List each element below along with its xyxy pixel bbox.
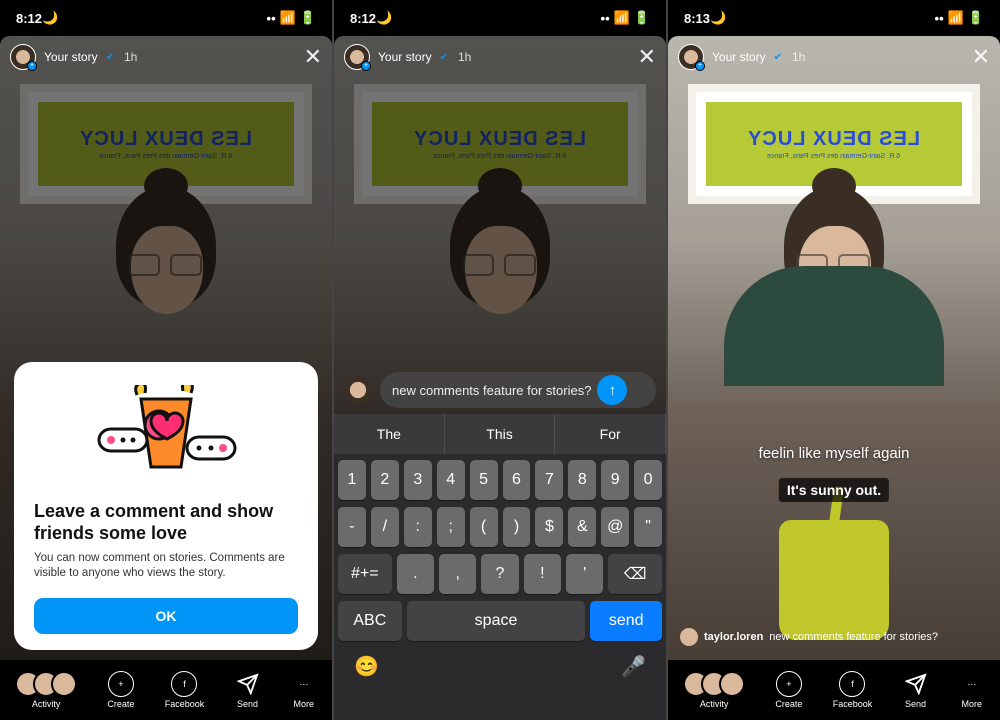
- screen-keyboard: 8:12🌙••📶🔋 LES DEUX LUCY6 R. Saint-Germai…: [334, 0, 666, 720]
- story-title: Your story: [44, 50, 98, 64]
- key-space[interactable]: space: [407, 601, 586, 641]
- key-symbols[interactable]: #+=: [338, 554, 392, 594]
- key[interactable]: 1: [338, 460, 366, 500]
- key[interactable]: $: [535, 507, 563, 547]
- nav-more[interactable]: ⋯More: [291, 671, 317, 709]
- cup-graphic: [779, 520, 889, 640]
- comment-intro-modal: Leave a comment and show friends some lo…: [14, 362, 318, 650]
- modal-heading: Leave a comment and show friends some lo…: [34, 500, 298, 545]
- key[interactable]: /: [371, 507, 399, 547]
- ok-button[interactable]: OK: [34, 598, 298, 634]
- key-abc[interactable]: ABC: [338, 601, 402, 641]
- more-icon: ⋯: [291, 671, 317, 697]
- avatar[interactable]: +: [678, 44, 704, 70]
- comment-input-bar: new comments feature for stories? ↑: [344, 370, 656, 410]
- nav-send[interactable]: Send: [903, 671, 929, 709]
- comment-text: new comments feature for stories?: [769, 631, 938, 643]
- modal-illustration: [34, 380, 298, 490]
- nav-send[interactable]: Send: [235, 671, 261, 709]
- key[interactable]: 0: [634, 460, 662, 500]
- comment-username: taylor.loren: [704, 631, 763, 643]
- key[interactable]: 4: [437, 460, 465, 500]
- plus-icon: +: [108, 671, 134, 697]
- key[interactable]: 6: [503, 460, 531, 500]
- key[interactable]: .: [397, 554, 434, 594]
- key[interactable]: !: [524, 554, 561, 594]
- key[interactable]: ": [634, 507, 662, 547]
- key[interactable]: 5: [470, 460, 498, 500]
- key[interactable]: 7: [535, 460, 563, 500]
- status-time: 8:12: [16, 11, 42, 26]
- key[interactable]: 8: [568, 460, 596, 500]
- avatar[interactable]: +: [10, 44, 36, 70]
- avatar[interactable]: +: [344, 44, 370, 70]
- keyboard-suggestions: The This For: [334, 414, 666, 454]
- key-send[interactable]: send: [590, 601, 662, 641]
- nav-activity[interactable]: Activity: [15, 671, 77, 709]
- key[interactable]: ;: [437, 507, 465, 547]
- key[interactable]: :: [404, 507, 432, 547]
- story-bottom-nav: Activity +Create fFacebook Send ⋯More: [0, 660, 332, 720]
- screen-comment-prompt: 8:12 🌙 ••📶🔋 LES DEUX LUCY 6 R. Saint-Ger…: [0, 0, 332, 720]
- suggestion[interactable]: For: [555, 414, 666, 454]
- key[interactable]: &: [568, 507, 596, 547]
- key[interactable]: ,: [439, 554, 476, 594]
- key[interactable]: @: [601, 507, 629, 547]
- story-comment[interactable]: taylor.loren new comments feature for st…: [680, 628, 988, 646]
- wall-poster: LES DEUX LUCY 6 R. Saint-Germain des Pré…: [20, 84, 312, 204]
- suggestion[interactable]: This: [445, 414, 556, 454]
- verified-icon: ✔: [106, 52, 114, 63]
- caption-line-2: It's sunny out.: [779, 478, 889, 502]
- nav-facebook[interactable]: fFacebook: [833, 671, 873, 709]
- key-backspace[interactable]: ⌫: [608, 554, 662, 594]
- story-header: + Your story ✔ 1h ✕: [10, 44, 322, 70]
- comment-input[interactable]: new comments feature for stories? ↑: [380, 372, 656, 408]
- send-icon: [235, 671, 261, 697]
- key[interactable]: ': [566, 554, 603, 594]
- caption-line-1: feelin like myself again: [759, 445, 910, 462]
- commenter-avatar: [680, 628, 698, 646]
- suggestion[interactable]: The: [334, 414, 445, 454]
- nav-create[interactable]: +Create: [775, 671, 802, 709]
- story-age: 1h: [124, 50, 137, 64]
- send-up-icon[interactable]: ↑: [597, 375, 627, 405]
- key[interactable]: ): [503, 507, 531, 547]
- close-icon[interactable]: ✕: [638, 44, 656, 70]
- keyboard: 1234567890 -/:;()$&@" #+= .,?!' ⌫ ABC sp…: [334, 454, 666, 720]
- nav-more[interactable]: ⋯More: [959, 671, 985, 709]
- key[interactable]: -: [338, 507, 366, 547]
- key[interactable]: 2: [371, 460, 399, 500]
- nav-activity[interactable]: Activity: [683, 671, 745, 709]
- screen-story-view: 8:13🌙••📶🔋 LES DEUX LUCY6 R. Saint-Germai…: [668, 0, 1000, 720]
- commenter-avatar: [344, 376, 372, 404]
- emoji-icon[interactable]: 😊: [354, 654, 379, 679]
- key[interactable]: 9: [601, 460, 629, 500]
- nav-create[interactable]: +Create: [107, 671, 134, 709]
- key[interactable]: (: [470, 507, 498, 547]
- close-icon[interactable]: ✕: [972, 44, 990, 70]
- key[interactable]: ?: [481, 554, 518, 594]
- key[interactable]: 3: [404, 460, 432, 500]
- status-icons: ••📶🔋: [267, 10, 316, 26]
- close-icon[interactable]: ✕: [304, 44, 322, 70]
- status-bar: 8:12 🌙 ••📶🔋: [0, 0, 332, 36]
- mic-icon[interactable]: 🎤: [621, 654, 646, 679]
- modal-body: You can now comment on stories. Comments…: [34, 551, 298, 582]
- facebook-icon: f: [171, 671, 197, 697]
- nav-facebook[interactable]: fFacebook: [165, 671, 205, 709]
